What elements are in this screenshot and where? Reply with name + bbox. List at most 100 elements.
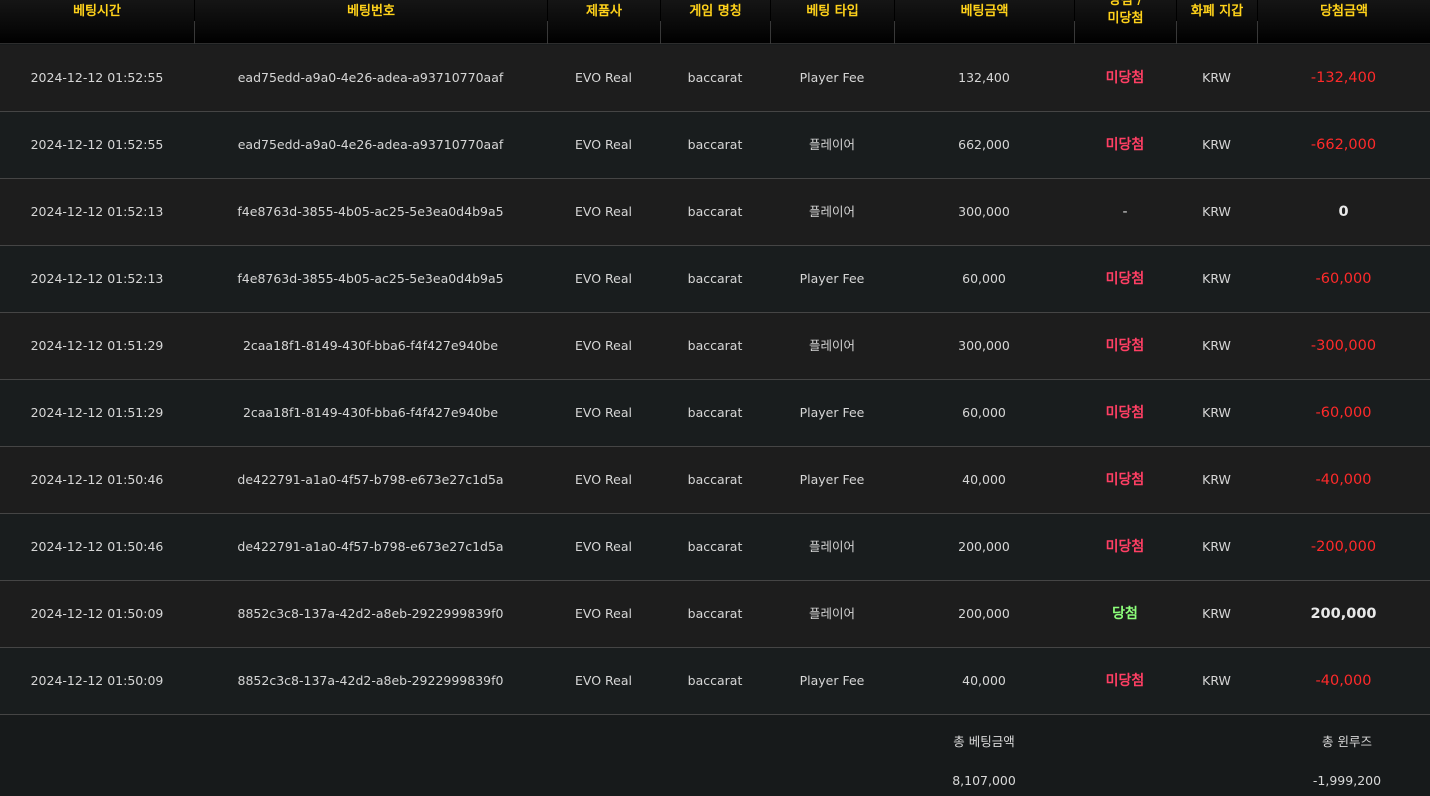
win-lose-status: 미당첨	[1105, 405, 1145, 421]
bet-amount-cell: 662,000	[958, 137, 1010, 152]
bet-number-cell: 8852c3c8-137a-42d2-a8eb-2922999839f0	[237, 606, 504, 621]
summary-section: 총 베팅금액 8,107,000 총 윈루즈 -1,999,200	[0, 715, 1430, 796]
table-row: 2024-12-12 01:50:09 8852c3c8-137a-42d2-a…	[0, 581, 1430, 648]
win-amount-cell: -300,000	[1310, 338, 1377, 354]
table-row: 2024-12-12 01:51:29 2caa18f1-8149-430f-b…	[0, 313, 1430, 380]
game-name-cell: baccarat	[687, 673, 743, 688]
bet-amount-cell: 200,000	[958, 539, 1010, 554]
game-name-cell: baccarat	[687, 606, 743, 621]
provider-cell: EVO Real	[575, 204, 632, 219]
game-name-cell: baccarat	[687, 338, 743, 353]
column-header-bet-number: 베팅번호	[194, 0, 547, 44]
total-bet-label: 총 베팅금액	[953, 734, 1015, 749]
bet-type-cell: Player Fee	[799, 405, 865, 420]
column-header-win-amount: 당첨금액	[1257, 0, 1430, 44]
bet-time-cell: 2024-12-12 01:50:09	[30, 673, 164, 688]
currency-cell: KRW	[1202, 204, 1231, 219]
provider-cell: EVO Real	[575, 539, 632, 554]
game-name-cell: baccarat	[687, 539, 743, 554]
column-header-currency-wallet: 화폐 지갑	[1176, 0, 1257, 44]
bet-number-cell: 2caa18f1-8149-430f-bba6-f4f427e940be	[242, 405, 499, 420]
bet-number-cell: ead75edd-a9a0-4e26-adea-a93710770aaf	[237, 137, 504, 152]
table-row: 2024-12-12 01:52:55 ead75edd-a9a0-4e26-a…	[0, 45, 1430, 112]
bet-time-cell: 2024-12-12 01:52:13	[30, 271, 164, 286]
total-bet-value: 8,107,000	[952, 773, 1016, 788]
currency-cell: KRW	[1202, 137, 1231, 152]
bet-type-cell: 플레이어	[808, 539, 855, 554]
currency-cell: KRW	[1202, 673, 1231, 688]
table-row: 2024-12-12 01:50:46 de422791-a1a0-4f57-b…	[0, 447, 1430, 514]
win-lose-status: 미당첨	[1105, 673, 1145, 689]
column-header-win-lose: 당첨 / 미당첨	[1074, 0, 1176, 44]
bet-time-cell: 2024-12-12 01:50:09	[30, 606, 164, 621]
game-name-cell: baccarat	[687, 137, 743, 152]
bet-amount-cell: 132,400	[958, 70, 1010, 85]
column-header-provider: 제품사	[547, 0, 660, 44]
bet-amount-cell: 60,000	[962, 405, 1006, 420]
bet-amount-cell: 300,000	[958, 338, 1010, 353]
bet-time-cell: 2024-12-12 01:52:55	[30, 70, 164, 85]
bet-time-cell: 2024-12-12 01:51:29	[30, 338, 164, 353]
currency-cell: KRW	[1202, 472, 1231, 487]
bet-number-cell: f4e8763d-3855-4b05-ac25-5e3ea0d4b9a5	[237, 204, 504, 219]
provider-cell: EVO Real	[575, 673, 632, 688]
bet-number-cell: de422791-a1a0-4f57-b798-e673e27c1d5a	[237, 539, 504, 554]
bet-number-cell: f4e8763d-3855-4b05-ac25-5e3ea0d4b9a5	[237, 271, 504, 286]
game-name-cell: baccarat	[687, 70, 743, 85]
game-name-cell: baccarat	[687, 204, 743, 219]
win-lose-status: 미당첨	[1105, 137, 1145, 153]
bet-number-cell: 2caa18f1-8149-430f-bba6-f4f427e940be	[242, 338, 499, 353]
total-winloss-value: -1,999,200	[1312, 773, 1382, 788]
game-name-cell: baccarat	[687, 271, 743, 286]
game-name-cell: baccarat	[687, 405, 743, 420]
column-header-bet-type: 베팅 타입	[770, 0, 894, 44]
provider-cell: EVO Real	[575, 137, 632, 152]
bet-amount-cell: 40,000	[962, 472, 1006, 487]
currency-cell: KRW	[1202, 539, 1231, 554]
win-lose-status: 미당첨	[1105, 539, 1145, 555]
table-row: 2024-12-12 01:52:13 f4e8763d-3855-4b05-a…	[0, 246, 1430, 313]
game-name-cell: baccarat	[687, 472, 743, 487]
win-amount-cell: -40,000	[1315, 673, 1372, 689]
bet-number-cell: ead75edd-a9a0-4e26-adea-a93710770aaf	[237, 70, 504, 85]
bet-time-cell: 2024-12-12 01:51:29	[30, 405, 164, 420]
currency-cell: KRW	[1202, 338, 1231, 353]
currency-cell: KRW	[1202, 70, 1231, 85]
table-header: 베팅시간 베팅번호 제품사 게임 명칭 베팅 타입 베팅금액 당첨 / 미당첨 …	[0, 0, 1430, 44]
bet-amount-cell: 300,000	[958, 204, 1010, 219]
currency-cell: KRW	[1202, 606, 1231, 621]
column-header-game-name: 게임 명칭	[660, 0, 770, 44]
table-row: 2024-12-12 01:52:13 f4e8763d-3855-4b05-a…	[0, 179, 1430, 246]
bet-time-cell: 2024-12-12 01:50:46	[30, 539, 164, 554]
betting-history-page: 베팅시간 베팅번호 제품사 게임 명칭 베팅 타입 베팅금액 당첨 / 미당첨 …	[0, 0, 1430, 796]
provider-cell: EVO Real	[575, 405, 632, 420]
provider-cell: EVO Real	[575, 271, 632, 286]
table-row: 2024-12-12 01:50:46 de422791-a1a0-4f57-b…	[0, 514, 1430, 581]
provider-cell: EVO Real	[575, 70, 632, 85]
provider-cell: EVO Real	[575, 472, 632, 487]
bet-type-cell: 플레이어	[808, 338, 855, 353]
win-amount-cell: -662,000	[1310, 137, 1377, 153]
bet-amount-cell: 200,000	[958, 606, 1010, 621]
provider-cell: EVO Real	[575, 606, 632, 621]
win-lose-status: 당첨	[1112, 606, 1138, 622]
bet-number-cell: 8852c3c8-137a-42d2-a8eb-2922999839f0	[237, 673, 504, 688]
bet-type-cell: Player Fee	[799, 472, 865, 487]
win-amount-cell: -40,000	[1315, 472, 1372, 488]
table-row: 2024-12-12 01:52:55 ead75edd-a9a0-4e26-a…	[0, 112, 1430, 179]
total-winloss-label: 총 윈루즈	[1322, 734, 1372, 749]
provider-cell: EVO Real	[575, 338, 632, 353]
table-row: 2024-12-12 01:51:29 2caa18f1-8149-430f-b…	[0, 380, 1430, 447]
bet-type-cell: Player Fee	[799, 70, 865, 85]
column-header-bet-time: 베팅시간	[73, 4, 121, 19]
win-amount-cell: -60,000	[1315, 405, 1372, 421]
bet-amount-cell: 60,000	[962, 271, 1006, 286]
bet-type-cell: Player Fee	[799, 271, 865, 286]
win-amount-cell: -132,400	[1310, 70, 1377, 86]
currency-cell: KRW	[1202, 271, 1231, 286]
win-lose-status: 미당첨	[1105, 472, 1145, 488]
bet-time-cell: 2024-12-12 01:52:13	[30, 204, 164, 219]
bet-type-cell: Player Fee	[799, 673, 865, 688]
win-lose-status: -	[1122, 204, 1128, 220]
bet-type-cell: 플레이어	[808, 137, 855, 152]
